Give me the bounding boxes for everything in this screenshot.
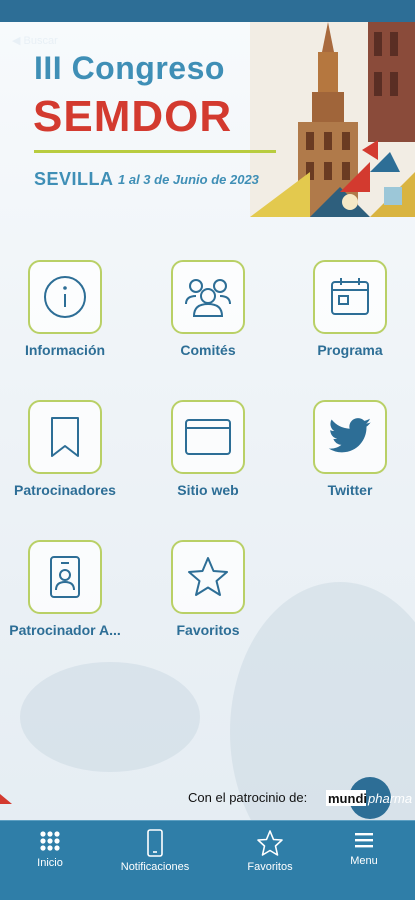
people-icon: [185, 279, 231, 317]
tab-notificaciones[interactable]: Notificaciones: [105, 829, 205, 873]
title-divider: [34, 150, 276, 153]
sponsor-caption: Con el patrocinio de:: [188, 790, 308, 805]
tab-menu[interactable]: Menu: [314, 829, 414, 867]
conference-title-line2: SEMDOR: [33, 92, 233, 141]
app-screen: ◀ Buscar III Congreso SEMDOR SEVILLA 1 a…: [0, 22, 415, 900]
menu-item-programa[interactable]: Programa: [280, 260, 415, 358]
menu-item-sitio-web[interactable]: Sitio web: [138, 400, 278, 498]
back-arrow-icon: ◀: [12, 35, 21, 47]
menu-item-patrocinador-a[interactable]: Patrocinador A...: [0, 540, 135, 638]
mundipharma-logo[interactable]: mundi pharma: [326, 776, 412, 825]
star-icon: [188, 557, 228, 596]
menu-item-comites[interactable]: Comités: [138, 260, 278, 358]
twitter-bird-icon: [328, 418, 372, 453]
bottom-tab-bar: Inicio Notificaciones Favoritos Menu: [0, 820, 415, 900]
menu-item-label: Patrocinadores: [14, 482, 116, 498]
status-bar: [0, 0, 415, 22]
conference-header: ◀ Buscar III Congreso SEMDOR SEVILLA 1 a…: [0, 22, 415, 222]
svg-text:pharma: pharma: [367, 791, 412, 806]
tab-favoritos[interactable]: Favoritos: [220, 829, 320, 873]
menu-item-label: Patrocinador A...: [9, 622, 121, 638]
tab-label: Menu: [350, 855, 378, 867]
tab-label: Favoritos: [247, 861, 293, 873]
menu-item-label: Twitter: [327, 482, 373, 498]
menu-item-twitter[interactable]: Twitter: [280, 400, 415, 498]
menu-item-label: Programa: [317, 342, 383, 358]
mundipharma-logo-art: mundi pharma: [326, 777, 412, 819]
phone-icon: [147, 829, 163, 857]
conference-city: SEVILLA: [34, 169, 114, 189]
decorative-red-accent: [0, 794, 12, 804]
back-search-link[interactable]: ◀ Buscar: [12, 34, 58, 47]
menu-item-label: Comités: [180, 342, 236, 358]
conference-dates: 1 al 3 de Junio de 2023: [118, 172, 259, 187]
back-label: Buscar: [23, 35, 58, 47]
menu-item-label: Sitio web: [177, 482, 239, 498]
calendar-icon: [331, 278, 369, 315]
menu-item-favoritos[interactable]: Favoritos: [138, 540, 278, 638]
svg-text:mundi: mundi: [328, 791, 367, 806]
info-icon: [44, 276, 86, 318]
tab-inicio[interactable]: Inicio: [0, 829, 100, 869]
tab-label: Notificaciones: [120, 861, 190, 873]
grid-dots-icon: [40, 831, 60, 851]
menu-item-patrocinadores[interactable]: Patrocinadores: [0, 400, 135, 498]
background-shape: [20, 662, 200, 772]
menu-item-informacion[interactable]: Información: [0, 260, 135, 358]
star-icon: [257, 830, 283, 856]
menu-item-label: Favoritos: [176, 622, 240, 638]
giralda-tower-illustration: [250, 22, 415, 217]
bookmark-icon: [51, 417, 79, 457]
browser-window-icon: [185, 419, 231, 455]
id-badge-icon: [50, 556, 80, 598]
menu-item-label: Información: [24, 342, 106, 358]
hamburger-icon: [355, 833, 373, 848]
tab-label: Inicio: [37, 857, 63, 869]
conference-title-line1: III Congreso: [34, 50, 225, 86]
